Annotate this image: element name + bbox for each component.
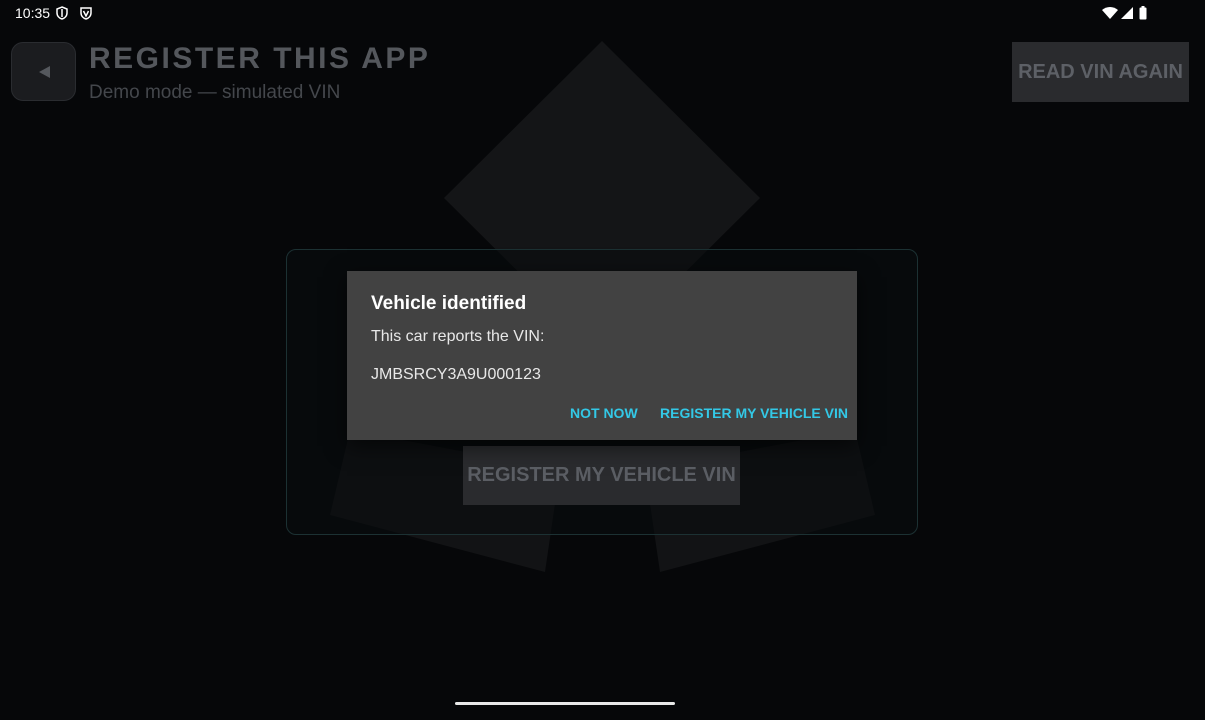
dialog-title: Vehicle identified: [371, 293, 527, 314]
vehicle-identified-dialog: Vehicle identified This car reports the …: [347, 271, 857, 440]
wifi-icon: [1102, 7, 1118, 19]
page-subtitle: Demo mode — simulated VIN: [89, 82, 341, 103]
register-vin-button[interactable]: REGISTER MY VEHICLE VIN: [463, 446, 740, 505]
vpn-shield-icon: [80, 7, 92, 20]
status-time: 10:35: [15, 5, 51, 21]
dialog-register-vin-button[interactable]: REGISTER MY VEHICLE VIN: [660, 405, 848, 421]
battery-icon: [1139, 6, 1147, 20]
status-bar: 10:35: [0, 0, 1205, 26]
not-now-button[interactable]: NOT NOW: [570, 405, 638, 421]
back-arrow-icon: [38, 65, 50, 78]
navigation-handle[interactable]: [455, 702, 675, 705]
signal-icon: [1121, 7, 1133, 19]
page-title: REGISTER THIS APP: [89, 42, 431, 75]
dialog-message: This car reports the VIN:: [371, 328, 545, 345]
dialog-vin-value: JMBSRCY3A9U000123: [371, 366, 541, 383]
read-vin-again-button[interactable]: READ VIN AGAIN: [1012, 42, 1189, 102]
back-button[interactable]: [11, 42, 76, 101]
shield-icon: [56, 6, 68, 20]
app-screen: 10:35 REGISTER THIS APP Demo mode — simu…: [0, 0, 1205, 720]
